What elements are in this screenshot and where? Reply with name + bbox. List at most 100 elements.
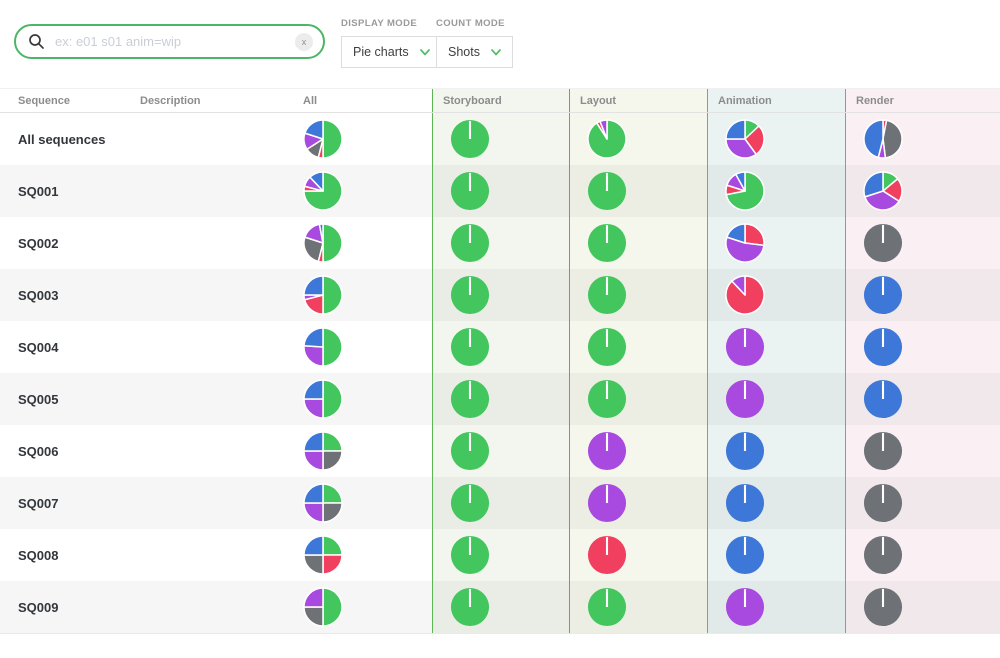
pie-chart-all[interactable]: [303, 483, 343, 523]
storyboard-pie-cell: [432, 425, 569, 477]
pie-chart-all[interactable]: [303, 431, 343, 471]
pie-chart-all[interactable]: [303, 119, 343, 159]
sequence-name-link[interactable]: All sequences: [18, 132, 105, 147]
animation-pie-cell: [707, 581, 845, 633]
render-pie-cell: [845, 165, 1000, 217]
sequence-row: SQ003: [0, 269, 1000, 321]
animation-pie-cell: [707, 373, 845, 425]
pie-chart-layout[interactable]: [587, 431, 627, 471]
sequence-name-link[interactable]: SQ004: [18, 340, 58, 355]
pie-chart-animation[interactable]: [725, 327, 765, 367]
pie-chart-animation[interactable]: [725, 223, 765, 263]
chevron-down-icon: [420, 49, 430, 56]
pie-chart-layout[interactable]: [587, 171, 627, 211]
pie-chart-render[interactable]: [863, 119, 903, 159]
render-pie-cell: [845, 581, 1000, 633]
pie-chart-all[interactable]: [303, 535, 343, 575]
storyboard-pie-cell: [432, 321, 569, 373]
sequence-row: SQ006: [0, 425, 1000, 477]
column-header-layout: Layout: [569, 89, 707, 112]
pie-chart-all[interactable]: [303, 379, 343, 419]
pie-chart-all[interactable]: [303, 171, 343, 211]
animation-pie-cell: [707, 165, 845, 217]
pie-chart-storyboard[interactable]: [450, 327, 490, 367]
description-cell: [122, 165, 272, 217]
pie-chart-animation[interactable]: [725, 483, 765, 523]
pie-chart-layout[interactable]: [587, 379, 627, 419]
sequence-cell: SQ006: [0, 425, 122, 477]
pie-chart-layout[interactable]: [587, 223, 627, 263]
animation-pie-cell: [707, 321, 845, 373]
render-pie-cell: [845, 321, 1000, 373]
search-box[interactable]: x: [14, 24, 325, 59]
sequence-name-link[interactable]: SQ002: [18, 236, 58, 251]
layout-pie-cell: [569, 269, 707, 321]
pie-chart-render[interactable]: [863, 379, 903, 419]
pie-chart-animation[interactable]: [725, 587, 765, 627]
pie-chart-animation[interactable]: [725, 535, 765, 575]
pie-chart-all[interactable]: [303, 327, 343, 367]
sequence-cell: SQ002: [0, 217, 122, 269]
pie-chart-storyboard[interactable]: [450, 171, 490, 211]
display-mode-select[interactable]: Pie charts: [341, 36, 442, 68]
all-pie-cell: [272, 373, 432, 425]
pie-chart-animation[interactable]: [725, 119, 765, 159]
render-pie-cell: [845, 113, 1000, 165]
count-mode-select[interactable]: Shots: [436, 36, 513, 68]
pie-chart-render[interactable]: [863, 483, 903, 523]
pie-chart-storyboard[interactable]: [450, 275, 490, 315]
pie-chart-layout[interactable]: [587, 327, 627, 367]
pie-chart-all[interactable]: [303, 223, 343, 263]
pie-chart-render[interactable]: [863, 535, 903, 575]
pie-chart-layout[interactable]: [587, 119, 627, 159]
sequence-name-link[interactable]: SQ009: [18, 600, 58, 615]
pie-chart-render[interactable]: [863, 327, 903, 367]
layout-pie-cell: [569, 113, 707, 165]
storyboard-pie-cell: [432, 269, 569, 321]
pie-chart-render[interactable]: [863, 275, 903, 315]
description-cell: [122, 373, 272, 425]
sequence-cell: SQ007: [0, 477, 122, 529]
pie-chart-storyboard[interactable]: [450, 535, 490, 575]
all-pie-cell: [272, 113, 432, 165]
storyboard-pie-cell: [432, 217, 569, 269]
pie-chart-animation[interactable]: [725, 431, 765, 471]
pie-chart-storyboard[interactable]: [450, 587, 490, 627]
pie-chart-layout[interactable]: [587, 483, 627, 523]
pie-chart-layout[interactable]: [587, 587, 627, 627]
pie-chart-all[interactable]: [303, 587, 343, 627]
pie-chart-layout[interactable]: [587, 275, 627, 315]
pie-chart-storyboard[interactable]: [450, 223, 490, 263]
pie-chart-render[interactable]: [863, 587, 903, 627]
sequence-name-link[interactable]: SQ006: [18, 444, 58, 459]
sequence-name-link[interactable]: SQ008: [18, 548, 58, 563]
pie-chart-layout[interactable]: [587, 535, 627, 575]
sequence-cell: SQ003: [0, 269, 122, 321]
pie-chart-render[interactable]: [863, 171, 903, 211]
pie-chart-storyboard[interactable]: [450, 483, 490, 523]
sequence-row: All sequences: [0, 113, 1000, 165]
pie-chart-all[interactable]: [303, 275, 343, 315]
sequence-name-link[interactable]: SQ005: [18, 392, 58, 407]
pie-chart-render[interactable]: [863, 431, 903, 471]
pie-chart-render[interactable]: [863, 223, 903, 263]
pie-chart-storyboard[interactable]: [450, 431, 490, 471]
layout-pie-cell: [569, 581, 707, 633]
description-cell: [122, 581, 272, 633]
sequence-name-link[interactable]: SQ003: [18, 288, 58, 303]
sequence-cell: SQ008: [0, 529, 122, 581]
sequence-row: SQ004: [0, 321, 1000, 373]
pie-chart-storyboard[interactable]: [450, 379, 490, 419]
table-header: Sequence Description All Storyboard Layo…: [0, 88, 1000, 113]
description-cell: [122, 477, 272, 529]
pie-chart-animation[interactable]: [725, 171, 765, 211]
sequence-name-link[interactable]: SQ001: [18, 184, 58, 199]
sequence-table-body: All sequences SQ001 SQ002: [0, 113, 1000, 634]
sequence-name-link[interactable]: SQ007: [18, 496, 58, 511]
search-input[interactable]: [53, 33, 287, 50]
clear-search-button[interactable]: x: [295, 33, 313, 51]
pie-chart-animation[interactable]: [725, 275, 765, 315]
pie-chart-animation[interactable]: [725, 379, 765, 419]
pie-chart-storyboard[interactable]: [450, 119, 490, 159]
search-icon: [28, 33, 45, 50]
